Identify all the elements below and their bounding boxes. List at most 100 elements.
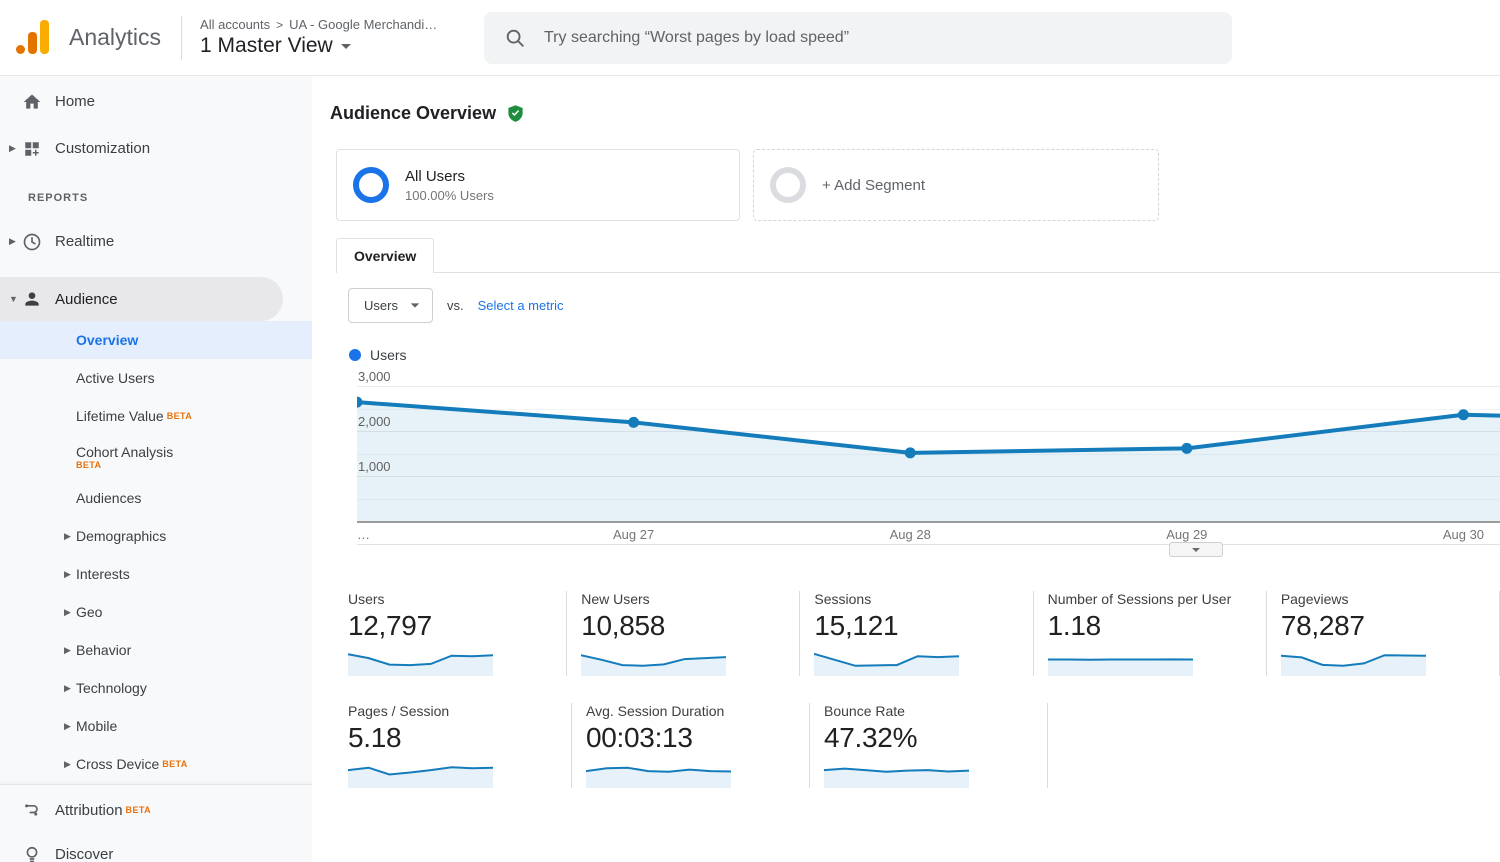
y-tick-label: 2,000 xyxy=(358,414,391,430)
sidebar-item-realtime[interactable]: ▶ Realtime xyxy=(0,218,312,265)
scorecard-bounce-rate[interactable]: Bounce Rate 47.32% xyxy=(810,703,1048,788)
scorecard-sessions[interactable]: Sessions 15,121 xyxy=(800,591,1034,676)
scorecard-value: 47.32% xyxy=(824,722,918,753)
sidebar-bottom-section: Attribution BETA Discover xyxy=(0,784,312,862)
chevron-right-icon[interactable]: ▶ xyxy=(64,607,76,618)
main-content: Audience Overview All Users 100.00% User… xyxy=(312,76,1500,862)
reports-section-label: REPORTS xyxy=(28,192,89,204)
sidebar-item-cross-device[interactable]: ▶ Cross Device BETA xyxy=(0,745,312,783)
realtime-clock-icon xyxy=(20,230,44,254)
chevron-down-icon[interactable]: ▼ xyxy=(0,294,20,304)
sparkline-chart xyxy=(1047,658,1193,676)
segment-subtitle: 100.00% Users xyxy=(405,187,494,203)
view-selector[interactable]: 1 Master View xyxy=(200,34,437,58)
analytics-logo-icon[interactable] xyxy=(12,18,63,58)
chevron-right-icon[interactable]: ▶ xyxy=(64,721,76,732)
scorecard-sessions-per-user[interactable]: Number of Sessions per User 1.18 xyxy=(1034,591,1267,676)
chevron-down-icon xyxy=(340,43,351,49)
data-point[interactable] xyxy=(1457,409,1469,421)
scorecard-pages-per-session[interactable]: Pages / Session 5.18 xyxy=(348,703,572,788)
sidebar-item-attribution[interactable]: Attribution BETA xyxy=(0,788,312,832)
sidebar-item-geo[interactable]: ▶ Geo xyxy=(0,593,312,631)
sidebar-item-label: Cross Device xyxy=(76,756,160,772)
vs-label: vs. xyxy=(446,298,464,313)
sidebar-item-label: Mobile xyxy=(76,718,118,734)
chevron-right-icon[interactable]: ▶ xyxy=(0,236,20,247)
add-segment-button[interactable]: + Add Segment xyxy=(753,149,1159,221)
add-segment-label: + Add Segment xyxy=(822,176,925,194)
segment-all-users[interactable]: All Users 100.00% Users xyxy=(336,149,740,221)
select-a-metric-link[interactable]: Select a metric xyxy=(478,298,564,313)
sidebar-item-label: Customization xyxy=(55,140,151,157)
page-title: Audience Overview xyxy=(330,103,497,123)
beta-badge: BETA xyxy=(162,759,188,769)
scorecard-label: Avg. Session Duration xyxy=(586,703,725,719)
sidebar-item-customization[interactable]: ▶ Customization xyxy=(0,125,312,172)
tab-overview[interactable]: Overview xyxy=(336,238,435,273)
sparkline-chart xyxy=(824,767,969,788)
chevron-right-icon[interactable]: ▶ xyxy=(64,531,76,542)
sidebar-item-mobile[interactable]: ▶ Mobile xyxy=(0,707,312,745)
sidebar-item-interests[interactable]: ▶ Interests xyxy=(0,555,312,593)
y-tick-label: 3,000 xyxy=(358,369,391,385)
scorecard-avg-session-duration[interactable]: Avg. Session Duration 00:03:13 xyxy=(572,703,810,788)
sidebar-item-label: Realtime xyxy=(55,233,115,250)
search-input[interactable] xyxy=(544,29,1212,47)
segment-ring-icon xyxy=(770,167,806,203)
sidebar-item-label: Overview xyxy=(76,332,139,348)
axis-expand-button[interactable] xyxy=(1168,542,1223,557)
verified-shield-icon xyxy=(508,105,523,122)
sidebar-item-audiences[interactable]: Audiences xyxy=(0,479,312,517)
breadcrumb-all-accounts[interactable]: All accounts xyxy=(200,17,270,32)
scorecard-label: New Users xyxy=(581,591,650,607)
users-over-time-chart: 1,000 2,000 3,000 … Aug 27 Aug 28 Aug 29 Aug 3… xyxy=(357,369,1500,557)
sidebar-nav: Home ▶ Customization REPORTS ▶ Realtime … xyxy=(0,76,312,862)
scorecard-pageviews[interactable]: Pageviews 78,287 xyxy=(1267,591,1500,676)
chevron-right-icon[interactable]: ▶ xyxy=(64,759,76,770)
sidebar-item-label: Audience xyxy=(55,290,118,308)
sidebar-item-overview[interactable]: Overview xyxy=(0,321,312,359)
x-tick-label: Aug 27 xyxy=(612,527,655,542)
sidebar-item-behavior[interactable]: ▶ Behavior xyxy=(0,631,312,669)
customization-icon xyxy=(20,137,44,161)
x-tick-label: Aug 30 xyxy=(1442,527,1485,542)
sidebar-item-technology[interactable]: ▶ Technology xyxy=(0,669,312,707)
scorecard-label: Pageviews xyxy=(1280,591,1349,607)
sidebar-item-audience[interactable]: ▼ Audience xyxy=(0,277,283,321)
sidebar-item-home[interactable]: Home xyxy=(0,78,312,125)
sidebar-item-label: Active Users xyxy=(76,370,155,386)
sparkline-chart xyxy=(586,766,731,788)
scorecard-value: 1.18 xyxy=(1047,610,1102,641)
chevron-right-icon[interactable]: ▶ xyxy=(64,683,76,694)
chevron-right-icon[interactable]: ▶ xyxy=(0,143,20,154)
sidebar-item-label: Geo xyxy=(76,604,103,620)
sidebar-item-label: Technology xyxy=(76,680,147,696)
sparkline-chart xyxy=(814,652,960,676)
beta-badge: BETA xyxy=(125,805,151,815)
search-bar[interactable] xyxy=(484,12,1232,64)
users-line-series xyxy=(357,396,1500,521)
chart-plot-area[interactable]: 1,000 2,000 3,000 xyxy=(357,369,1500,523)
sidebar-item-active-users[interactable]: Active Users xyxy=(0,359,312,397)
scorecard-label: Bounce Rate xyxy=(824,703,905,719)
chevron-right-icon[interactable]: ▶ xyxy=(64,645,76,656)
scorecard-label: Number of Sessions per User xyxy=(1047,591,1232,607)
scorecard-users[interactable]: Users 12,797 xyxy=(348,591,568,676)
beta-badge: BETA xyxy=(166,411,193,421)
scorecard-value: 15,121 xyxy=(814,610,899,641)
breadcrumb-account[interactable]: UA - Google Merchandi… xyxy=(289,17,437,32)
sidebar-item-cohort-analysis[interactable]: Cohort Analysis BETA xyxy=(0,435,312,479)
sidebar-item-lifetime-value[interactable]: Lifetime Value BETA xyxy=(0,397,312,435)
sidebar-item-demographics[interactable]: ▶ Demographics xyxy=(0,517,312,555)
chevron-right-icon[interactable]: ▶ xyxy=(64,569,76,580)
scorecard-new-users[interactable]: New Users 10,858 xyxy=(567,591,801,676)
data-point[interactable] xyxy=(904,447,916,459)
audience-person-icon xyxy=(20,287,44,311)
sidebar-item-label: Demographics xyxy=(76,528,167,544)
y-tick-label: 1,000 xyxy=(358,459,391,475)
scorecard-value: 00:03:13 xyxy=(586,722,693,753)
sidebar-item-discover[interactable]: Discover xyxy=(0,832,312,862)
data-point[interactable] xyxy=(628,416,640,428)
metric-dropdown[interactable]: Users xyxy=(348,288,433,323)
data-point[interactable] xyxy=(1181,442,1193,454)
